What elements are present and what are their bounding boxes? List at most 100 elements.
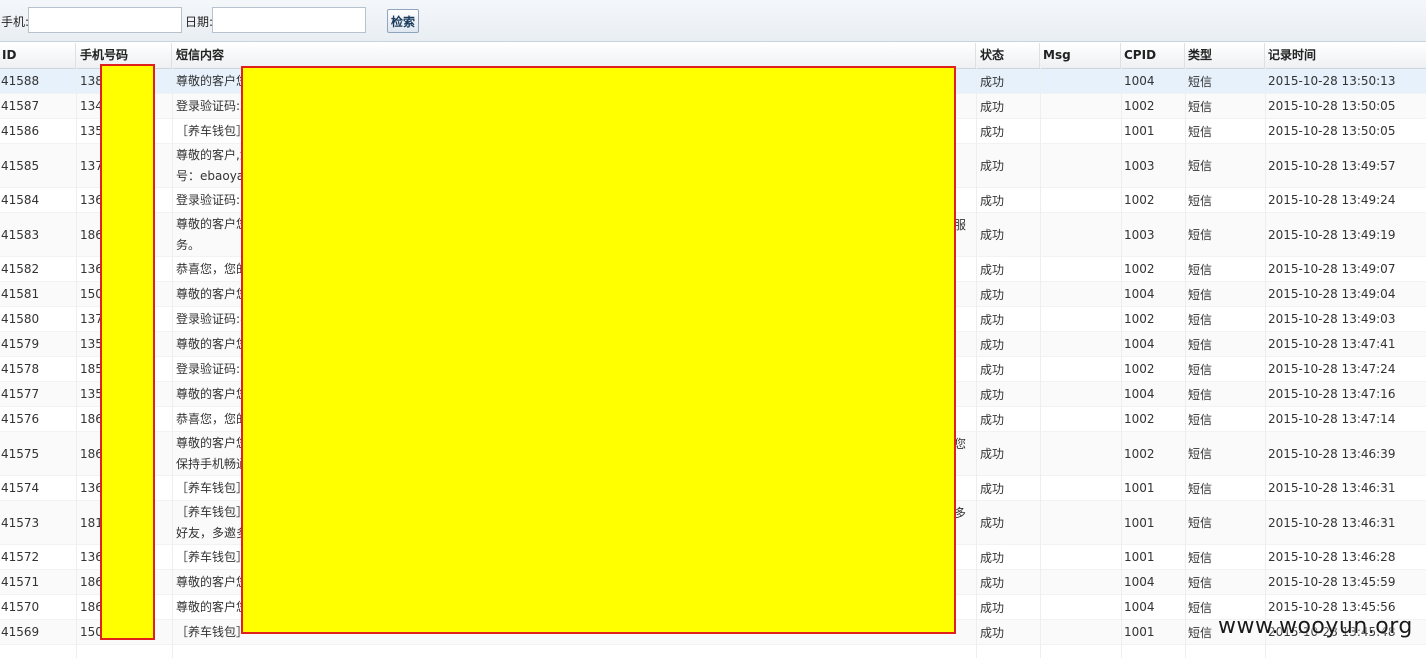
cell-cpid: 1002 bbox=[1121, 307, 1185, 331]
cell-type: 短信 bbox=[1185, 357, 1265, 381]
cell-sms-text: 尊敬的客户您 bbox=[176, 336, 249, 351]
cell-type-text: 短信 bbox=[1188, 481, 1213, 496]
col-header-id[interactable]: ID bbox=[0, 43, 76, 68]
cell-sms-text: 尊敬的客户您 保持手机畅通 bbox=[176, 435, 249, 471]
cell-sms-text: 登录验证码:1 bbox=[176, 361, 248, 376]
cell-id: 41580 bbox=[0, 307, 76, 331]
cell-type: 短信 bbox=[1185, 382, 1265, 406]
cell-id: 41570 bbox=[0, 595, 76, 619]
col-header-time[interactable]: 记录时间 bbox=[1265, 43, 1426, 68]
cell-cpid: 1002 bbox=[1121, 432, 1185, 475]
cell-status-text: 成功 bbox=[980, 124, 1005, 139]
cell-id: 41587 bbox=[0, 94, 76, 118]
cell-status: 成功 bbox=[976, 119, 1040, 143]
cell-id: 41576 bbox=[0, 407, 76, 431]
date-input[interactable] bbox=[212, 7, 366, 33]
cell-id: 41582 bbox=[0, 257, 76, 281]
cell-status-text: 成功 bbox=[980, 74, 1005, 89]
cell-status: 成功 bbox=[976, 620, 1040, 644]
cell-cpid: 1002 bbox=[1121, 357, 1185, 381]
cell-cpid: 1001 bbox=[1121, 501, 1185, 544]
cell-time: 2015-10-28 13:47:24 bbox=[1265, 357, 1426, 381]
cell-cpid-text: 1002 bbox=[1124, 262, 1155, 276]
cell-time-text: 2015-10-28 13:47:24 bbox=[1268, 362, 1396, 376]
column-divider bbox=[1185, 68, 1186, 658]
col-header-msg[interactable]: Msg bbox=[1040, 43, 1121, 68]
cell-type-text: 短信 bbox=[1188, 74, 1213, 89]
cell-time: 2015-10-28 13:50:05 bbox=[1265, 119, 1426, 143]
cell-time: 2015-10-28 13:46:31 bbox=[1265, 501, 1426, 544]
cell-status-text: 成功 bbox=[980, 412, 1005, 427]
search-button[interactable]: 检索 bbox=[387, 9, 419, 33]
cell-time-text: 2015-10-28 13:45:59 bbox=[1268, 575, 1396, 589]
cell-id-text: 41574 bbox=[1, 481, 40, 495]
cell-type: 短信 bbox=[1185, 69, 1265, 93]
cell-id: 41571 bbox=[0, 570, 76, 594]
cell-time: 2015-10-28 13:46:39 bbox=[1265, 432, 1426, 475]
cell-msg bbox=[1040, 382, 1121, 406]
cell-time: 2015-10-28 13:49:04 bbox=[1265, 282, 1426, 306]
col-header-type[interactable]: 类型 bbox=[1185, 43, 1265, 68]
cell-msg bbox=[1040, 119, 1121, 143]
cell-time: 2015-10-28 13:49:24 bbox=[1265, 188, 1426, 212]
cell-sms-text: 尊敬的客户您 bbox=[176, 386, 249, 401]
cell-status-text: 成功 bbox=[980, 262, 1005, 277]
cell-sms-text: ［养车钱包］ bbox=[176, 480, 249, 495]
column-divider bbox=[976, 68, 977, 658]
col-header-sms[interactable]: 短信内容 bbox=[172, 43, 976, 68]
cell-msg bbox=[1040, 595, 1121, 619]
cell-cpid: 1004 bbox=[1121, 382, 1185, 406]
cell-id: 41575 bbox=[0, 432, 76, 475]
cell-time-text: 2015-10-28 13:47:14 bbox=[1268, 412, 1396, 426]
cell-time: 2015-10-28 13:46:31 bbox=[1265, 476, 1426, 500]
cell-type-text: 短信 bbox=[1188, 312, 1213, 327]
cell-id-text: 41569 bbox=[1, 625, 40, 639]
cell-cpid-text: 1004 bbox=[1124, 74, 1155, 88]
cell-id-text: 41581 bbox=[1, 287, 40, 301]
cell-type-text: 短信 bbox=[1188, 287, 1213, 302]
cell-type: 短信 bbox=[1185, 257, 1265, 281]
cell-msg bbox=[1040, 432, 1121, 475]
cell-status-text: 成功 bbox=[980, 159, 1005, 173]
cell-time-text: 2015-10-28 13:49:57 bbox=[1268, 158, 1396, 173]
cell-status: 成功 bbox=[976, 382, 1040, 406]
cell-cpid-text: 1003 bbox=[1124, 158, 1155, 173]
cell-sms-text: 登录验证码:2 bbox=[176, 98, 248, 113]
cell-status-text: 成功 bbox=[980, 481, 1005, 496]
cell-time-text: 2015-10-28 13:49:03 bbox=[1268, 312, 1396, 326]
cell-msg bbox=[1040, 407, 1121, 431]
cell-cpid-text: 1002 bbox=[1124, 412, 1155, 426]
cell-time-text: 2015-10-28 13:47:41 bbox=[1268, 337, 1396, 351]
cell-status-text: 成功 bbox=[980, 337, 1005, 352]
cell-cpid: 1004 bbox=[1121, 69, 1185, 93]
cell-type-text: 短信 bbox=[1188, 600, 1213, 615]
cell-type: 短信 bbox=[1185, 407, 1265, 431]
cell-type-text: 短信 bbox=[1188, 124, 1213, 139]
cell-sms-text: ［养车钱包］ bbox=[176, 123, 249, 138]
cell-type: 短信 bbox=[1185, 432, 1265, 475]
cell-sms-text: 尊敬的客户您 bbox=[176, 286, 249, 301]
phone-input[interactable] bbox=[28, 7, 182, 33]
column-divider bbox=[172, 68, 173, 658]
phone-label: 手机: bbox=[1, 15, 30, 29]
col-header-status[interactable]: 状态 bbox=[976, 43, 1040, 68]
cell-type-text: 短信 bbox=[1188, 262, 1213, 277]
cell-msg bbox=[1040, 476, 1121, 500]
cell-time-text: 2015-10-28 13:46:31 bbox=[1268, 515, 1396, 530]
cell-sms-text: 尊敬的客户您 bbox=[176, 574, 249, 589]
cell-cpid-text: 1004 bbox=[1124, 600, 1155, 614]
cell-type: 短信 bbox=[1185, 501, 1265, 544]
cell-status: 成功 bbox=[976, 407, 1040, 431]
cell-type-text: 短信 bbox=[1188, 337, 1213, 352]
cell-sms-text: 尊敬的客户您 务。 bbox=[176, 216, 249, 252]
cell-time: 2015-10-28 13:47:16 bbox=[1265, 382, 1426, 406]
cell-cpid: 1002 bbox=[1121, 257, 1185, 281]
cell-sms-text: 登录验证码:8 bbox=[176, 311, 248, 326]
cell-time: 2015-10-28 13:50:13 bbox=[1265, 69, 1426, 93]
cell-id-text: 41586 bbox=[1, 124, 40, 138]
cell-id-text: 41573 bbox=[1, 515, 40, 530]
cell-time-text: 2015-10-28 13:50:05 bbox=[1268, 124, 1396, 138]
cell-time: 2015-10-28 13:47:14 bbox=[1265, 407, 1426, 431]
col-header-cpid[interactable]: CPID bbox=[1121, 43, 1185, 68]
cell-type: 短信 bbox=[1185, 119, 1265, 143]
